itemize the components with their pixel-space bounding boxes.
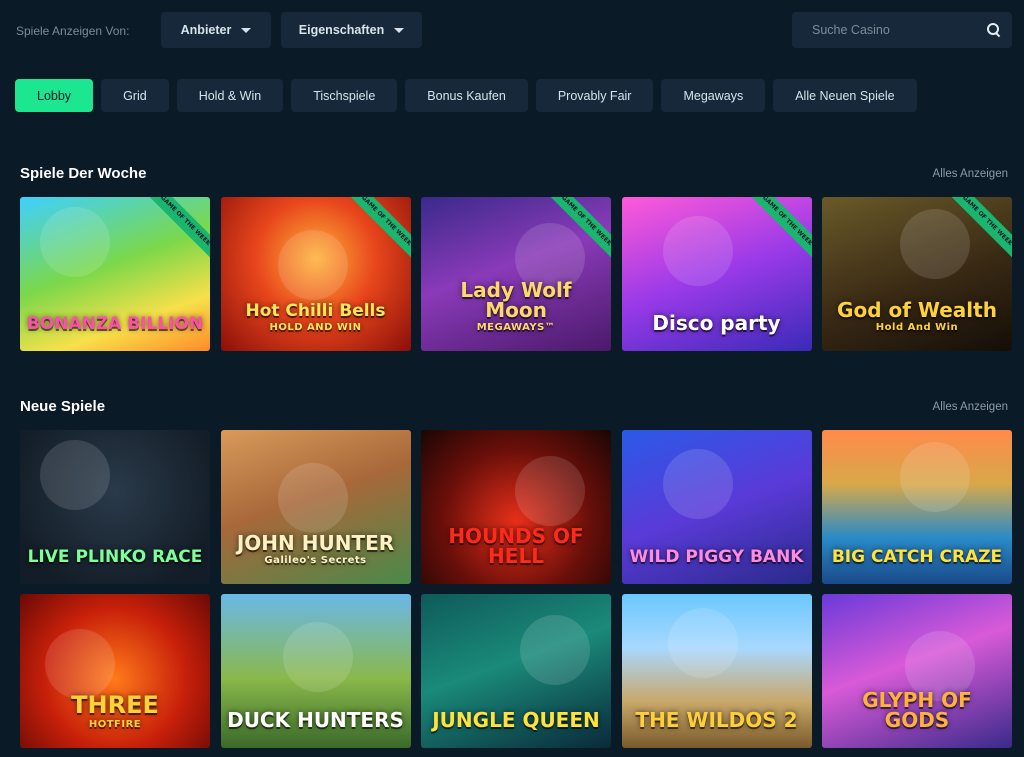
game-art xyxy=(515,456,585,526)
category-tabs: Lobby Grid Hold & Win Tischspiele Bonus Kauf… xyxy=(15,79,917,112)
game-art xyxy=(40,207,110,277)
game-card[interactable]: DUCK HUNTERS xyxy=(220,594,411,748)
chevron-down-icon xyxy=(241,27,252,33)
provider-dropdown-label: Anbieter xyxy=(180,23,232,37)
game-card[interactable]: GLYPH OF GODS xyxy=(822,594,1012,748)
search-icon[interactable] xyxy=(986,22,1002,38)
game-of-the-week-badge: GAME OF THE WEEK xyxy=(340,197,411,266)
game-card[interactable]: GAME OF THE WEEK Lady Wolf Moon MEGAWAYS™ xyxy=(421,197,611,351)
game-art xyxy=(40,440,110,510)
filter-label: Spiele Anzeigen Von: xyxy=(16,24,130,38)
game-title-text: DUCK HUNTERS xyxy=(227,708,404,732)
chevron-down-icon xyxy=(394,27,405,33)
game-art xyxy=(45,629,115,699)
game-title: WILD PIGGY BANK xyxy=(623,549,809,584)
game-card[interactable]: THE WILDOS 2 xyxy=(621,594,812,748)
properties-dropdown[interactable]: Eigenschaften xyxy=(281,12,422,48)
game-title: THREE HOTFIRE xyxy=(65,693,165,748)
tab-hold-win[interactable]: Hold & Win xyxy=(176,79,284,112)
game-title: DUCK HUNTERS xyxy=(221,710,410,748)
game-card[interactable]: WILD PIGGY BANK xyxy=(621,430,812,584)
new-games-grid: LIVE PLINKO RACE JOHN HUNTER Galileo's Sec… xyxy=(20,430,1012,748)
section-title-new: Neue Spiele xyxy=(20,398,106,415)
game-card[interactable]: BIG CATCH CRAZE xyxy=(822,430,1012,584)
game-title-text: THE WILDOS 2 xyxy=(635,708,798,732)
tab-alle-neuen-spiele[interactable]: Alle Neuen Spiele xyxy=(773,79,917,112)
tab-bonus-kaufen[interactable]: Bonus Kaufen xyxy=(405,79,528,112)
game-title: LIVE PLINKO RACE xyxy=(22,549,209,584)
game-card[interactable]: HOUNDS OF HELL xyxy=(421,430,611,584)
tab-lobby[interactable]: Lobby xyxy=(15,79,94,112)
game-subtitle: HOLD AND WIN xyxy=(269,322,362,333)
game-art xyxy=(662,216,733,286)
game-art xyxy=(277,230,348,300)
game-card[interactable]: JUNGLE QUEEN xyxy=(421,594,611,748)
game-title-text: GLYPH OF GODS xyxy=(862,688,972,732)
tab-megaways[interactable]: Megaways xyxy=(661,79,766,112)
game-card[interactable]: THREE HOTFIRE xyxy=(20,594,210,748)
game-subtitle: HOTFIRE xyxy=(88,719,142,730)
weekly-games-grid: GAME OF THE WEEK BONANZA BILLION GAME OF T… xyxy=(20,197,1012,351)
game-art xyxy=(282,622,353,692)
game-subtitle: MEGAWAYS™ xyxy=(476,322,556,333)
game-subtitle: Galileo's Secrets xyxy=(264,555,367,566)
tab-provably-fair[interactable]: Provably Fair xyxy=(535,79,654,112)
game-title: Hot Chilli Bells HOLD AND WIN xyxy=(239,303,391,351)
game-art xyxy=(520,615,590,685)
game-title-text: Disco party xyxy=(652,311,781,335)
game-title: HOUNDS OF HELL xyxy=(421,526,611,584)
game-title-text: JUNGLE QUEEN xyxy=(432,708,600,732)
game-title: Lady Wolf Moon MEGAWAYS™ xyxy=(421,280,611,351)
game-title: GLYPH OF GODS xyxy=(822,690,1012,748)
game-card[interactable]: JOHN HUNTER Galileo's Secrets xyxy=(220,430,411,584)
game-of-the-week-badge: GAME OF THE WEEK xyxy=(741,197,812,266)
game-subtitle: Hold And Win xyxy=(875,322,959,333)
game-card[interactable]: GAME OF THE WEEK God of Wealth Hold And Wi… xyxy=(822,197,1012,351)
game-title-text: THREE xyxy=(71,691,159,719)
game-card[interactable]: GAME OF THE WEEK BONANZA BILLION xyxy=(20,197,210,351)
game-title: God of Wealth Hold And Win xyxy=(831,300,1003,351)
game-title-text: Hot Chilli Bells xyxy=(245,301,386,321)
game-art xyxy=(667,608,738,678)
tab-tischspiele[interactable]: Tischspiele xyxy=(291,79,398,112)
game-title: THE WILDOS 2 xyxy=(629,710,803,748)
game-title-text: BIG CATCH CRAZE xyxy=(831,547,1003,567)
game-title-text: WILD PIGGY BANK xyxy=(629,547,804,567)
properties-dropdown-label: Eigenschaften xyxy=(298,23,385,37)
game-title: JUNGLE QUEEN xyxy=(426,710,606,748)
game-art xyxy=(662,449,733,519)
game-of-the-week-badge: GAME OF THE WEEK xyxy=(140,197,210,266)
game-art xyxy=(900,442,970,512)
game-title-text: Lady Wolf Moon xyxy=(460,278,572,322)
see-all-weekly-link[interactable]: Alles Anzeigen xyxy=(933,168,1008,180)
game-art xyxy=(900,209,970,279)
game-title-text: BONANZA BILLION xyxy=(26,314,204,334)
game-title-text: LIVE PLINKO RACE xyxy=(27,547,203,567)
game-title: Disco party xyxy=(646,313,786,351)
tab-grid[interactable]: Grid xyxy=(101,79,169,112)
search-input[interactable] xyxy=(812,23,986,37)
search-box xyxy=(792,12,1012,48)
game-card[interactable]: LIVE PLINKO RACE xyxy=(20,430,210,584)
game-card[interactable]: GAME OF THE WEEK Hot Chilli Bells HOLD AND… xyxy=(220,197,411,351)
see-all-new-link[interactable]: Alles Anzeigen xyxy=(933,401,1008,413)
game-title: BONANZA BILLION xyxy=(21,316,209,351)
game-art xyxy=(277,463,348,533)
section-title-weekly: Spiele Der Woche xyxy=(20,165,147,182)
game-title: BIG CATCH CRAZE xyxy=(826,549,1008,584)
game-title: JOHN HUNTER Galileo's Secrets xyxy=(231,533,400,584)
provider-dropdown[interactable]: Anbieter xyxy=(161,12,271,48)
game-title-text: God of Wealth xyxy=(837,298,997,322)
game-title-text: HOUNDS OF HELL xyxy=(448,524,584,568)
game-title-text: JOHN HUNTER xyxy=(236,531,395,555)
game-card[interactable]: GAME OF THE WEEK Disco party xyxy=(621,197,812,351)
